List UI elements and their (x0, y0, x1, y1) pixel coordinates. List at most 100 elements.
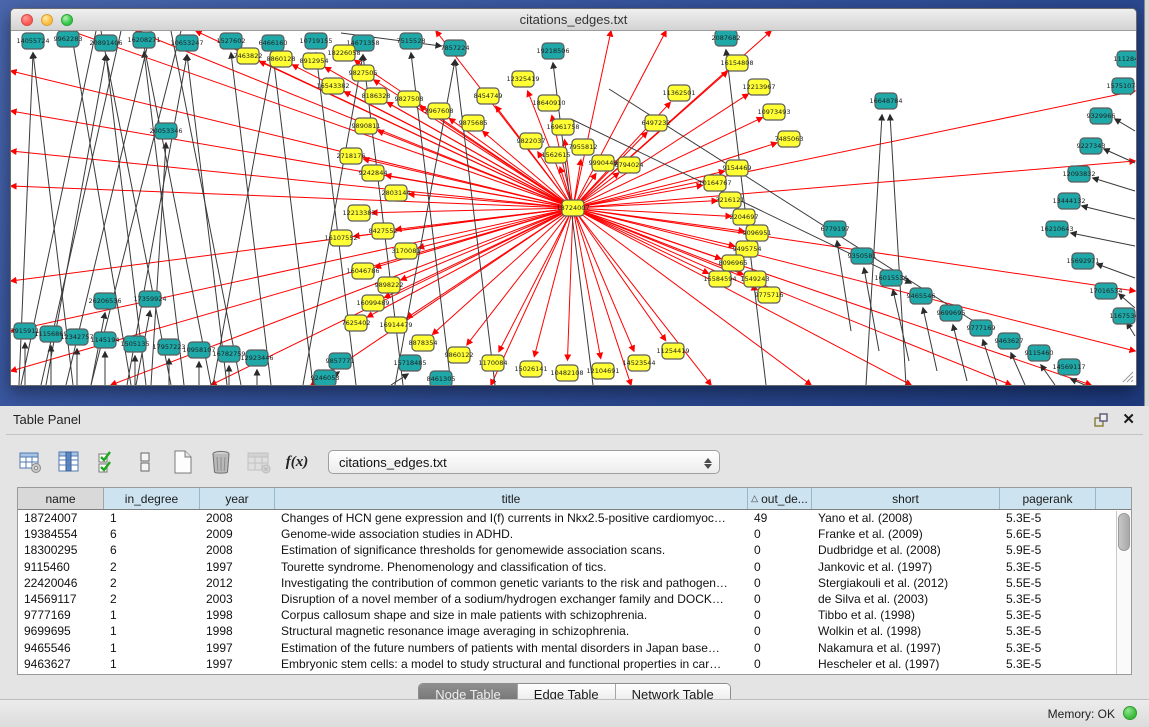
table-selector-dropdown[interactable]: citations_edges.txt (328, 450, 720, 474)
graph-node[interactable]: 12104691 (586, 363, 619, 379)
table-row[interactable]: 1456911722003Disruption of a novel membe… (18, 591, 1131, 607)
delete-icon[interactable] (208, 449, 234, 475)
graph-node[interactable]: 9350581 (848, 248, 877, 264)
column-header-short[interactable]: short (812, 488, 1000, 509)
graph-node[interactable]: 14523544 (622, 355, 655, 371)
close-panel-icon[interactable]: ✕ (1122, 410, 1135, 428)
graph-node[interactable]: 6466160 (259, 35, 288, 51)
graph-node[interactable]: 8860128 (267, 51, 296, 67)
graph-node[interactable]: 6794024 (615, 157, 644, 173)
table-row[interactable]: 946554611997Estimation of the future num… (18, 640, 1131, 656)
graph-node[interactable]: 11362501 (662, 85, 695, 101)
graph-node[interactable]: 1505135 (121, 336, 150, 352)
graph-node[interactable]: 9465546 (907, 288, 936, 304)
column-header-title[interactable]: title (275, 488, 748, 509)
citation-network-graph[interactable]: 1405572499622832089140616208271106532471… (11, 31, 1136, 385)
graph-node[interactable]: 17359924 (133, 291, 166, 307)
table-row[interactable]: 969969511998Structural magnetic resonanc… (18, 623, 1131, 639)
graph-node[interactable]: 8461305 (427, 371, 456, 385)
graph-node[interactable]: 9890811 (352, 118, 381, 134)
graph-node[interactable]: 9962283 (54, 31, 83, 47)
graph-node[interactable]: 3170081 (392, 243, 421, 259)
graph-node[interactable]: 9329966 (1087, 108, 1116, 124)
graph-node[interactable]: 7515528 (397, 33, 426, 49)
graph-node[interactable]: 9822037 (517, 133, 546, 149)
graph-node[interactable]: 2087682 (712, 31, 741, 46)
graph-node[interactable]: 16210643 (1040, 221, 1073, 237)
graph-node[interactable]: 16961758 (546, 119, 579, 135)
graph-node[interactable]: 12325419 (506, 71, 539, 87)
column-header-pagerank[interactable]: pagerank (1000, 488, 1096, 509)
graph-node[interactable]: 12093832 (1062, 166, 1095, 182)
graph-node[interactable]: 15026141 (514, 361, 547, 377)
graph-node[interactable]: 16208271 (127, 32, 160, 48)
graph-node[interactable]: 9827505 (349, 65, 378, 81)
function-builder-icon[interactable]: f(x) (284, 449, 310, 475)
graph-node[interactable]: 16015534 (874, 270, 907, 286)
column-header-name[interactable]: name (18, 488, 104, 509)
network-canvas[interactable]: 1405572499622832089140616208271106532471… (11, 31, 1136, 385)
graph-node[interactable]: 10719155 (299, 33, 332, 49)
graph-node[interactable]: 7625402 (342, 315, 371, 331)
graph-node[interactable]: 9154469 (723, 160, 752, 176)
graph-node[interactable]: 14055724 (16, 33, 49, 49)
graph-node[interactable]: 1562615 (542, 147, 571, 163)
graph-node[interactable]: 18640910 (532, 95, 565, 111)
scrollbar-thumb[interactable] (1118, 513, 1130, 551)
graph-node[interactable]: 9875685 (459, 115, 488, 131)
graph-node[interactable]: 10973493 (757, 104, 790, 120)
graph-node[interactable]: 8186328 (362, 88, 391, 104)
window-titlebar[interactable]: citations_edges.txt (11, 9, 1136, 31)
column-header-in_degree[interactable]: in_degree (104, 488, 200, 509)
graph-node[interactable]: 8912954 (300, 53, 329, 69)
graph-node[interactable]: 9898222 (375, 277, 404, 293)
column-header-year[interactable]: year (200, 488, 275, 509)
table-row[interactable]: 946362711997Embryonic stem cells: a mode… (18, 656, 1131, 672)
graph-node[interactable]: 9463627 (995, 333, 1024, 349)
graph-node[interactable]: 1527602 (217, 33, 246, 49)
table-row[interactable]: 1830029562008Estimation of significance … (18, 542, 1131, 558)
new-file-icon[interactable] (170, 449, 196, 475)
graph-node[interactable]: 10164767 (698, 175, 731, 191)
select-rows-icon[interactable] (94, 449, 120, 475)
graph-node[interactable]: 12213967 (742, 79, 775, 95)
graph-node[interactable]: 3216121 (716, 192, 745, 208)
row-height-icon[interactable] (132, 449, 158, 475)
graph-node[interactable]: 7485063 (775, 131, 804, 147)
graph-node[interactable]: 2803144 (382, 185, 411, 201)
graph-node[interactable]: 16648784 (869, 93, 902, 109)
table-row[interactable]: 911546021997Tourette syndrome. Phenomeno… (18, 559, 1131, 575)
graph-node[interactable]: 9096951 (743, 225, 772, 241)
graph-node[interactable]: 1145194 (91, 332, 120, 348)
select-column-icon[interactable] (56, 449, 82, 475)
table-row[interactable]: 1938455462009Genome-wide association stu… (18, 526, 1131, 542)
graph-node[interactable]: 1112845 (1114, 51, 1136, 67)
graph-node[interactable]: 13444132 (1052, 193, 1085, 209)
graph-node[interactable]: 9242844 (359, 165, 388, 181)
vertical-scrollbar[interactable] (1116, 511, 1131, 674)
graph-node[interactable]: 9860122 (445, 347, 474, 363)
graph-node[interactable]: 26206536 (88, 293, 121, 309)
table-row[interactable]: 977716911998Corpus callosum shape and si… (18, 607, 1131, 623)
graph-node[interactable]: 2718176 (337, 148, 366, 164)
graph-node[interactable]: 9827508 (395, 91, 424, 107)
graph-node[interactable]: 1170084 (479, 355, 508, 371)
table-settings-icon[interactable] (18, 449, 44, 475)
graph-node[interactable]: 1549243 (741, 271, 770, 287)
graph-node[interactable]: 12213383 (342, 205, 375, 221)
graph-node[interactable]: 11254419 (656, 343, 689, 359)
graph-node[interactable]: 9246053 (311, 370, 340, 385)
graph-node[interactable]: 9857771 (326, 353, 355, 369)
graph-node[interactable]: 9227343 (1077, 138, 1106, 154)
column-header-out_de[interactable]: △out_de... (748, 488, 812, 509)
graph-node[interactable]: 8878354 (409, 335, 438, 351)
graph-node[interactable]: 6497232 (642, 115, 671, 131)
table-row[interactable]: 2242004622012Investigating the contribut… (18, 575, 1131, 591)
graph-node[interactable]: 2204697 (730, 209, 759, 225)
graph-node[interactable]: 10653247 (170, 35, 203, 51)
graph-node[interactable]: 9699695 (937, 305, 966, 321)
graph-node[interactable]: 7857224 (441, 40, 470, 56)
graph-node[interactable]: 1167534 (1110, 308, 1136, 324)
graph-node[interactable]: 9777169 (967, 320, 996, 336)
graph-node[interactable]: 7463822 (234, 48, 263, 64)
